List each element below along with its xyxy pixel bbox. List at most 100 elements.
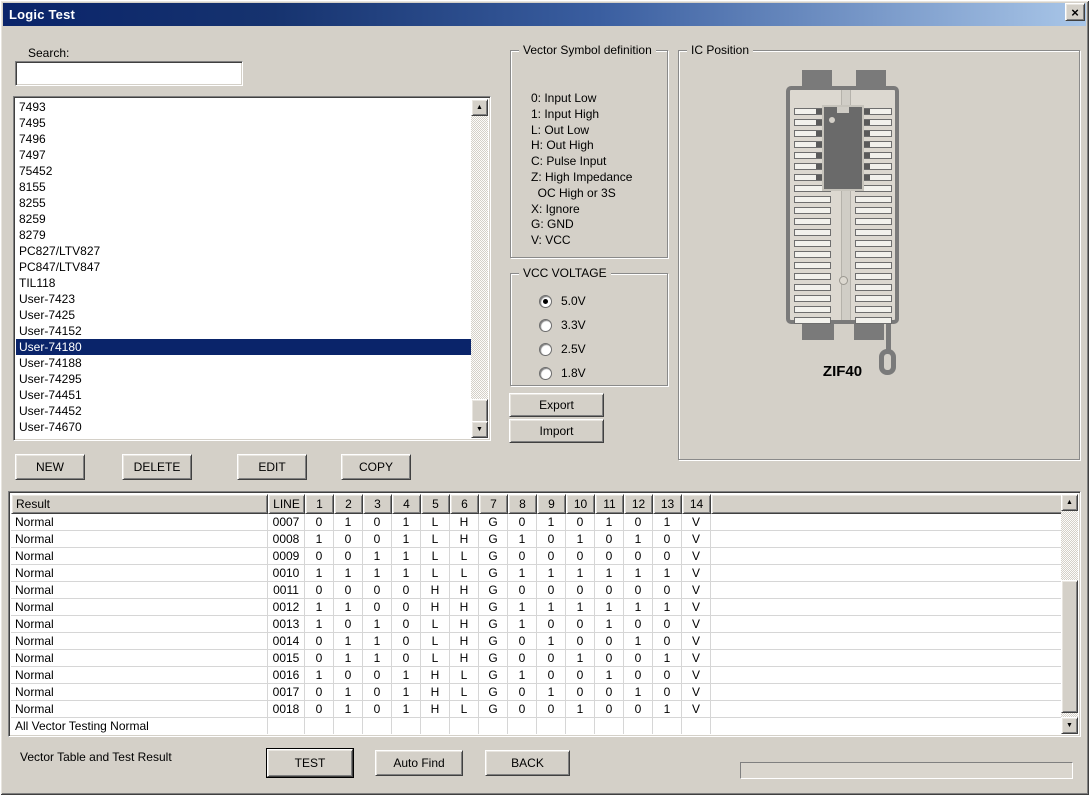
table-row[interactable]: Normal 0014 0 1 1 0 L H G 0 1 0 0 1 0 V — [11, 633, 1063, 650]
column-header[interactable]: 7 — [479, 494, 508, 514]
vector-cell: 1 — [537, 599, 566, 616]
vector-cell: 1 — [392, 701, 421, 718]
auto-find-button[interactable]: Auto Find — [375, 750, 463, 776]
table-row[interactable]: Normal 0012 1 1 0 0 H H G 1 1 1 1 1 1 V — [11, 599, 1063, 616]
list-item[interactable]: 8259 — [16, 211, 471, 227]
vector-cell: 0 — [653, 633, 682, 650]
column-header[interactable]: 10 — [566, 494, 595, 514]
column-header[interactable]: 5 — [421, 494, 450, 514]
import-button[interactable]: Import — [509, 419, 604, 443]
table-row[interactable]: Normal 0011 0 0 0 0 H H G 0 0 0 0 0 0 V — [11, 582, 1063, 599]
column-header[interactable]: 9 — [537, 494, 566, 514]
row-filler-cell — [711, 565, 1063, 582]
vector-cell: 1 — [392, 514, 421, 531]
search-input[interactable] — [15, 61, 243, 86]
scrollbar-thumb[interactable] — [471, 399, 488, 423]
new-button[interactable]: NEW — [15, 454, 85, 480]
table-scrollbar-thumb[interactable] — [1061, 580, 1078, 713]
list-item[interactable]: User-7425 — [16, 307, 471, 323]
vector-cell: L — [421, 548, 450, 565]
table-row[interactable]: Normal 0008 1 0 0 1 L H G 1 0 1 0 1 0 V — [11, 531, 1063, 548]
list-item[interactable]: User-74452 — [16, 403, 471, 419]
column-header[interactable]: 6 — [450, 494, 479, 514]
column-header[interactable]: 12 — [624, 494, 653, 514]
list-item[interactable]: User-74451 — [16, 387, 471, 403]
list-item[interactable]: User-74670 — [16, 419, 471, 435]
table-row[interactable]: Normal 0010 1 1 1 1 L L G 1 1 1 1 1 1 V — [11, 565, 1063, 582]
zif-bottom-tab-left — [802, 323, 834, 340]
column-header[interactable]: 14 — [682, 494, 711, 514]
table-row[interactable]: Normal 0015 0 1 1 0 L H G 0 0 1 0 0 1 V — [11, 650, 1063, 667]
vcc-option[interactable]: 2.5V — [539, 342, 586, 356]
close-button[interactable]: × — [1065, 3, 1085, 21]
list-item[interactable]: User-74180 — [16, 339, 471, 355]
list-item[interactable]: PC847/LTV847 — [16, 259, 471, 275]
back-button[interactable]: BACK — [485, 750, 570, 776]
vector-cell: 0 — [392, 633, 421, 650]
table-row[interactable]: Normal 0013 1 0 1 0 L H G 1 0 0 1 0 0 V — [11, 616, 1063, 633]
radio-button[interactable] — [539, 366, 552, 380]
vector-cell: 0 — [653, 531, 682, 548]
list-item[interactable]: 7497 — [16, 147, 471, 163]
vector-cell: 1 — [624, 531, 653, 548]
list-item[interactable]: User-74188 — [16, 355, 471, 371]
delete-button[interactable]: DELETE — [122, 454, 192, 480]
column-header[interactable]: 3 — [363, 494, 392, 514]
list-item[interactable]: PC827/LTV827 — [16, 243, 471, 259]
column-header[interactable]: 4 — [392, 494, 421, 514]
vector-cell: 0 — [508, 514, 537, 531]
table-scroll-up-button[interactable]: ▲ — [1061, 494, 1078, 511]
vector-cell: G — [479, 616, 508, 633]
table-scroll-down-button[interactable]: ▼ — [1061, 717, 1078, 734]
pin-slot-right — [855, 306, 892, 313]
table-row[interactable]: Normal 0009 0 0 1 1 L L G 0 0 0 0 0 0 V — [11, 548, 1063, 565]
pin-slot-right — [855, 262, 892, 269]
device-list-scrollbar[interactable]: ▲ ▼ — [471, 99, 488, 438]
vector-cell: 0 — [334, 667, 363, 684]
radio-button[interactable] — [539, 342, 552, 356]
vcc-option[interactable]: 5.0V — [539, 294, 586, 308]
vector-cell: 1 — [566, 599, 595, 616]
vector-cell: L — [450, 701, 479, 718]
list-item[interactable]: TIL118 — [16, 275, 471, 291]
vector-cell: 0017 — [268, 684, 305, 701]
vcc-option[interactable]: 3.3V — [539, 318, 586, 332]
list-item[interactable]: 7495 — [16, 115, 471, 131]
radio-button[interactable] — [539, 318, 552, 332]
result-table-scrollbar[interactable]: ▲ ▼ — [1061, 494, 1078, 734]
column-header[interactable]: 11 — [595, 494, 624, 514]
table-row[interactable]: Normal 0018 0 1 0 1 H L G 0 0 1 0 0 1 V — [11, 701, 1063, 718]
vector-cell: 0 — [508, 548, 537, 565]
vcc-option[interactable]: 1.8V — [539, 366, 586, 380]
column-header[interactable]: LINE — [268, 494, 305, 514]
copy-button[interactable]: COPY — [341, 454, 411, 480]
radio-button[interactable] — [539, 294, 552, 308]
result-cell: Normal — [11, 599, 268, 616]
column-header[interactable]: 2 — [334, 494, 363, 514]
list-item[interactable]: 75452 — [16, 163, 471, 179]
vector-cell: 0008 — [268, 531, 305, 548]
list-item[interactable]: 7493 — [16, 99, 471, 115]
table-row[interactable]: Normal 0016 1 0 0 1 H L G 1 0 0 1 0 0 V — [11, 667, 1063, 684]
radio-label: 5.0V — [561, 294, 586, 308]
radio-selected-dot — [543, 298, 548, 304]
scroll-up-button[interactable]: ▲ — [471, 99, 488, 116]
column-header[interactable]: 13 — [653, 494, 682, 514]
list-item[interactable]: User-74295 — [16, 371, 471, 387]
scroll-down-button[interactable]: ▼ — [471, 421, 488, 438]
list-item[interactable]: 7496 — [16, 131, 471, 147]
list-item[interactable]: 8155 — [16, 179, 471, 195]
list-item[interactable]: 8279 — [16, 227, 471, 243]
column-header[interactable]: Result — [11, 494, 268, 514]
export-button[interactable]: Export — [509, 393, 604, 417]
test-button[interactable]: TEST — [266, 748, 354, 778]
list-item[interactable]: User-74152 — [16, 323, 471, 339]
list-item[interactable]: User-7423 — [16, 291, 471, 307]
title-bar[interactable]: Logic Test — [3, 3, 1086, 26]
column-header[interactable]: 8 — [508, 494, 537, 514]
column-header[interactable]: 1 — [305, 494, 334, 514]
table-row[interactable]: Normal 0017 0 1 0 1 H L G 0 1 0 0 1 0 V — [11, 684, 1063, 701]
list-item[interactable]: 8255 — [16, 195, 471, 211]
edit-button[interactable]: EDIT — [237, 454, 307, 480]
table-row[interactable]: Normal 0007 0 1 0 1 L H G 0 1 0 1 0 1 V — [11, 514, 1063, 531]
